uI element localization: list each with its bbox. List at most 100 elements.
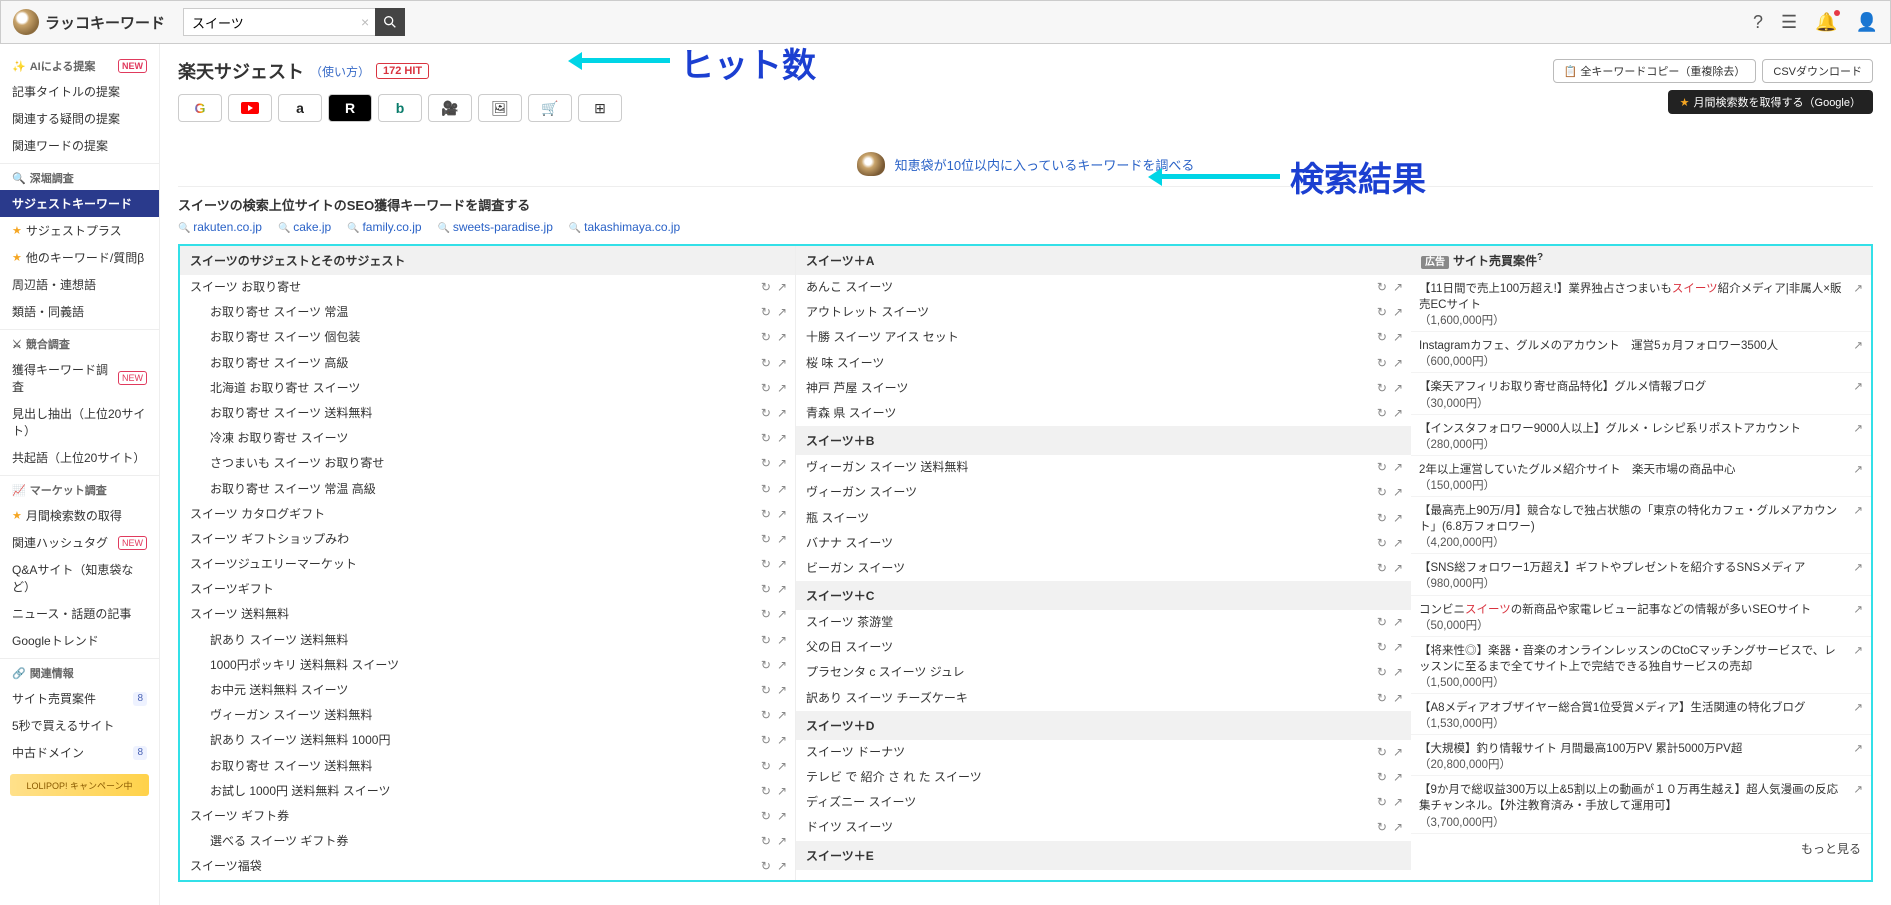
reload-icon[interactable]: ↻ [761, 706, 771, 725]
reload-icon[interactable]: ↻ [761, 303, 771, 322]
keyword-row[interactable]: 桜 味 スイーツ↻↗ [796, 351, 1411, 376]
reload-icon[interactable]: ↻ [761, 278, 771, 297]
engine-rakuten[interactable]: R [328, 94, 372, 122]
keyword-row[interactable]: アウトレット スイーツ↻↗ [796, 300, 1411, 325]
ad-item[interactable]: 【楽天アフィリお取り寄せ商品特化】グルメ情報ブログ（30,000円）↗ [1411, 373, 1871, 414]
search-button[interactable] [375, 8, 405, 36]
keyword-row[interactable]: お取り寄せ スイーツ 送料無料↻↗ [180, 754, 795, 779]
keyword-row[interactable]: あんこ スイーツ↻↗ [796, 275, 1411, 300]
sidebar-item[interactable]: 中古ドメイン8 [0, 739, 159, 766]
seo-site-link[interactable]: sweets-paradise.jp [438, 220, 553, 234]
open-icon[interactable]: ↗ [777, 303, 787, 322]
reload-icon[interactable]: ↻ [761, 807, 771, 826]
sidebar-item[interactable]: 周辺語・連想語 [0, 271, 159, 298]
keyword-row[interactable]: スイーツ 送料無料↻↗ [180, 602, 795, 627]
reload-icon[interactable]: ↻ [1377, 743, 1387, 762]
open-icon[interactable]: ↗ [1393, 663, 1403, 682]
open-icon[interactable]: ↗ [777, 328, 787, 347]
ad-item[interactable]: 【インスタフォロワー9000人以上】グルメ・レシピ系リポストアカウント（280,… [1411, 415, 1871, 456]
sidebar-item[interactable]: 類語・同義語 [0, 298, 159, 325]
open-icon[interactable]: ↗ [1853, 602, 1863, 634]
reload-icon[interactable]: ↻ [1377, 404, 1387, 423]
open-icon[interactable]: ↗ [1393, 768, 1403, 787]
keyword-row[interactable]: スイーツ ギフトショップみわ↻↗ [180, 527, 795, 552]
reload-icon[interactable]: ↻ [1377, 818, 1387, 837]
reload-icon[interactable]: ↻ [1377, 483, 1387, 502]
keyword-row[interactable]: プラセンタ c スイーツ ジュレ↻↗ [796, 660, 1411, 685]
sidebar-item[interactable]: 関連ワードの提案 [0, 132, 159, 159]
reload-icon[interactable]: ↻ [1377, 303, 1387, 322]
reload-icon[interactable]: ↻ [761, 681, 771, 700]
csv-download-button[interactable]: CSVダウンロード [1762, 59, 1873, 83]
reload-icon[interactable]: ↻ [761, 404, 771, 423]
ad-item[interactable]: 【SNS総フォロワー1万超え】ギフトやプレゼントを紹介するSNSメディア（980… [1411, 554, 1871, 595]
sidebar-item[interactable]: ★月間検索数の取得 [0, 502, 159, 529]
open-icon[interactable]: ↗ [1393, 818, 1403, 837]
open-icon[interactable]: ↗ [777, 706, 787, 725]
reload-icon[interactable]: ↻ [1377, 768, 1387, 787]
keyword-row[interactable]: バナナ スイーツ↻↗ [796, 531, 1411, 556]
reload-icon[interactable]: ↻ [1377, 458, 1387, 477]
ads-more-link[interactable]: もっと見る [1411, 834, 1871, 863]
open-icon[interactable]: ↗ [777, 454, 787, 473]
open-icon[interactable]: ↗ [777, 379, 787, 398]
sidebar-item[interactable]: 獲得キーワード調査NEW [0, 356, 159, 400]
open-icon[interactable]: ↗ [1853, 503, 1863, 551]
open-icon[interactable]: ↗ [1393, 483, 1403, 502]
keyword-row[interactable]: 訳あり スイーツ 送料無料 1000円↻↗ [180, 728, 795, 753]
open-icon[interactable]: ↗ [777, 807, 787, 826]
open-icon[interactable]: ↗ [1393, 303, 1403, 322]
open-icon[interactable]: ↗ [1393, 638, 1403, 657]
keyword-row[interactable]: 冷凍 お取り寄せ スイーツ↻↗ [180, 426, 795, 451]
usage-link[interactable]: （使い方） [310, 63, 370, 80]
seo-site-link[interactable]: family.co.jp [347, 220, 421, 234]
sidebar-item[interactable]: ★他のキーワード/質問β [0, 244, 159, 271]
open-icon[interactable]: ↗ [1393, 743, 1403, 762]
sidebar-item[interactable]: Googleトレンド [0, 627, 159, 654]
reload-icon[interactable]: ↻ [761, 505, 771, 524]
reload-icon[interactable]: ↻ [761, 354, 771, 373]
ad-item[interactable]: 【最高売上90万/月】競合なしで独占状態の「東京の特化カフェ・グルメアカウント」… [1411, 497, 1871, 554]
sidebar-item[interactable]: サジェストキーワード [0, 190, 159, 217]
sidebar-item[interactable]: 5秒で買えるサイト [0, 712, 159, 739]
sidebar-item[interactable]: ニュース・話題の記事 [0, 600, 159, 627]
open-icon[interactable]: ↗ [777, 605, 787, 624]
keyword-row[interactable]: お取り寄せ スイーツ 個包装↻↗ [180, 325, 795, 350]
ad-item[interactable]: 【9か月で総収益300万以上&5割以上の動画が１０万再生越え】超人気漫画の反応集… [1411, 776, 1871, 833]
reload-icon[interactable]: ↻ [1377, 559, 1387, 578]
reload-icon[interactable]: ↻ [1377, 663, 1387, 682]
bell-icon[interactable]: 🔔 [1815, 12, 1837, 33]
engine-youtube[interactable] [228, 94, 272, 122]
ad-item[interactable]: Instagramカフェ、グルメのアカウント 運営5ヵ月フォロワー3500人（6… [1411, 332, 1871, 373]
open-icon[interactable]: ↗ [1393, 458, 1403, 477]
reload-icon[interactable]: ↻ [1377, 354, 1387, 373]
reload-icon[interactable]: ↻ [761, 757, 771, 776]
keyword-row[interactable]: スイーツギフト↻↗ [180, 577, 795, 602]
keyword-row[interactable]: ヴィーガン スイーツ 送料無料↻↗ [180, 703, 795, 728]
keyword-row[interactable]: 北海道 お取り寄せ スイーツ↻↗ [180, 376, 795, 401]
open-icon[interactable]: ↗ [1853, 462, 1863, 494]
keyword-row[interactable]: 父の日 スイーツ↻↗ [796, 635, 1411, 660]
user-icon[interactable]: 👤 [1856, 12, 1878, 33]
reload-icon[interactable]: ↻ [761, 857, 771, 876]
engine-image[interactable]: 🖼 [478, 94, 522, 122]
keyword-row[interactable]: ビーガン スイーツ↻↗ [796, 556, 1411, 581]
keyword-row[interactable]: 神戸 芦屋 スイーツ↻↗ [796, 376, 1411, 401]
ad-item[interactable]: 【A8メディアオブザイヤー総合賞1位受賞メディア】生活関連の特化ブログ（1,53… [1411, 694, 1871, 735]
reload-icon[interactable]: ↻ [1377, 509, 1387, 528]
open-icon[interactable]: ↗ [1853, 643, 1863, 691]
reload-icon[interactable]: ↻ [1377, 638, 1387, 657]
keyword-row[interactable]: お取り寄せ スイーツ 送料無料↻↗ [180, 401, 795, 426]
keyword-row[interactable]: スイーツ 茶游堂↻↗ [796, 610, 1411, 635]
sidebar-item[interactable]: Q&Aサイト（知恵袋など） [0, 556, 159, 600]
open-icon[interactable]: ↗ [1393, 559, 1403, 578]
keyword-row[interactable]: 訳あり スイーツ チーズケーキ↻↗ [796, 686, 1411, 711]
open-icon[interactable]: ↗ [1853, 338, 1863, 370]
get-volume-button[interactable]: ★月間検索数を取得する（Google） [1668, 90, 1873, 114]
open-icon[interactable]: ↗ [777, 404, 787, 423]
reload-icon[interactable]: ↻ [1377, 689, 1387, 708]
reload-icon[interactable]: ↻ [761, 429, 771, 448]
open-icon[interactable]: ↗ [777, 631, 787, 650]
keyword-row[interactable]: ディズニー スイーツ↻↗ [796, 790, 1411, 815]
engine-windows[interactable]: ⊞ [578, 94, 622, 122]
